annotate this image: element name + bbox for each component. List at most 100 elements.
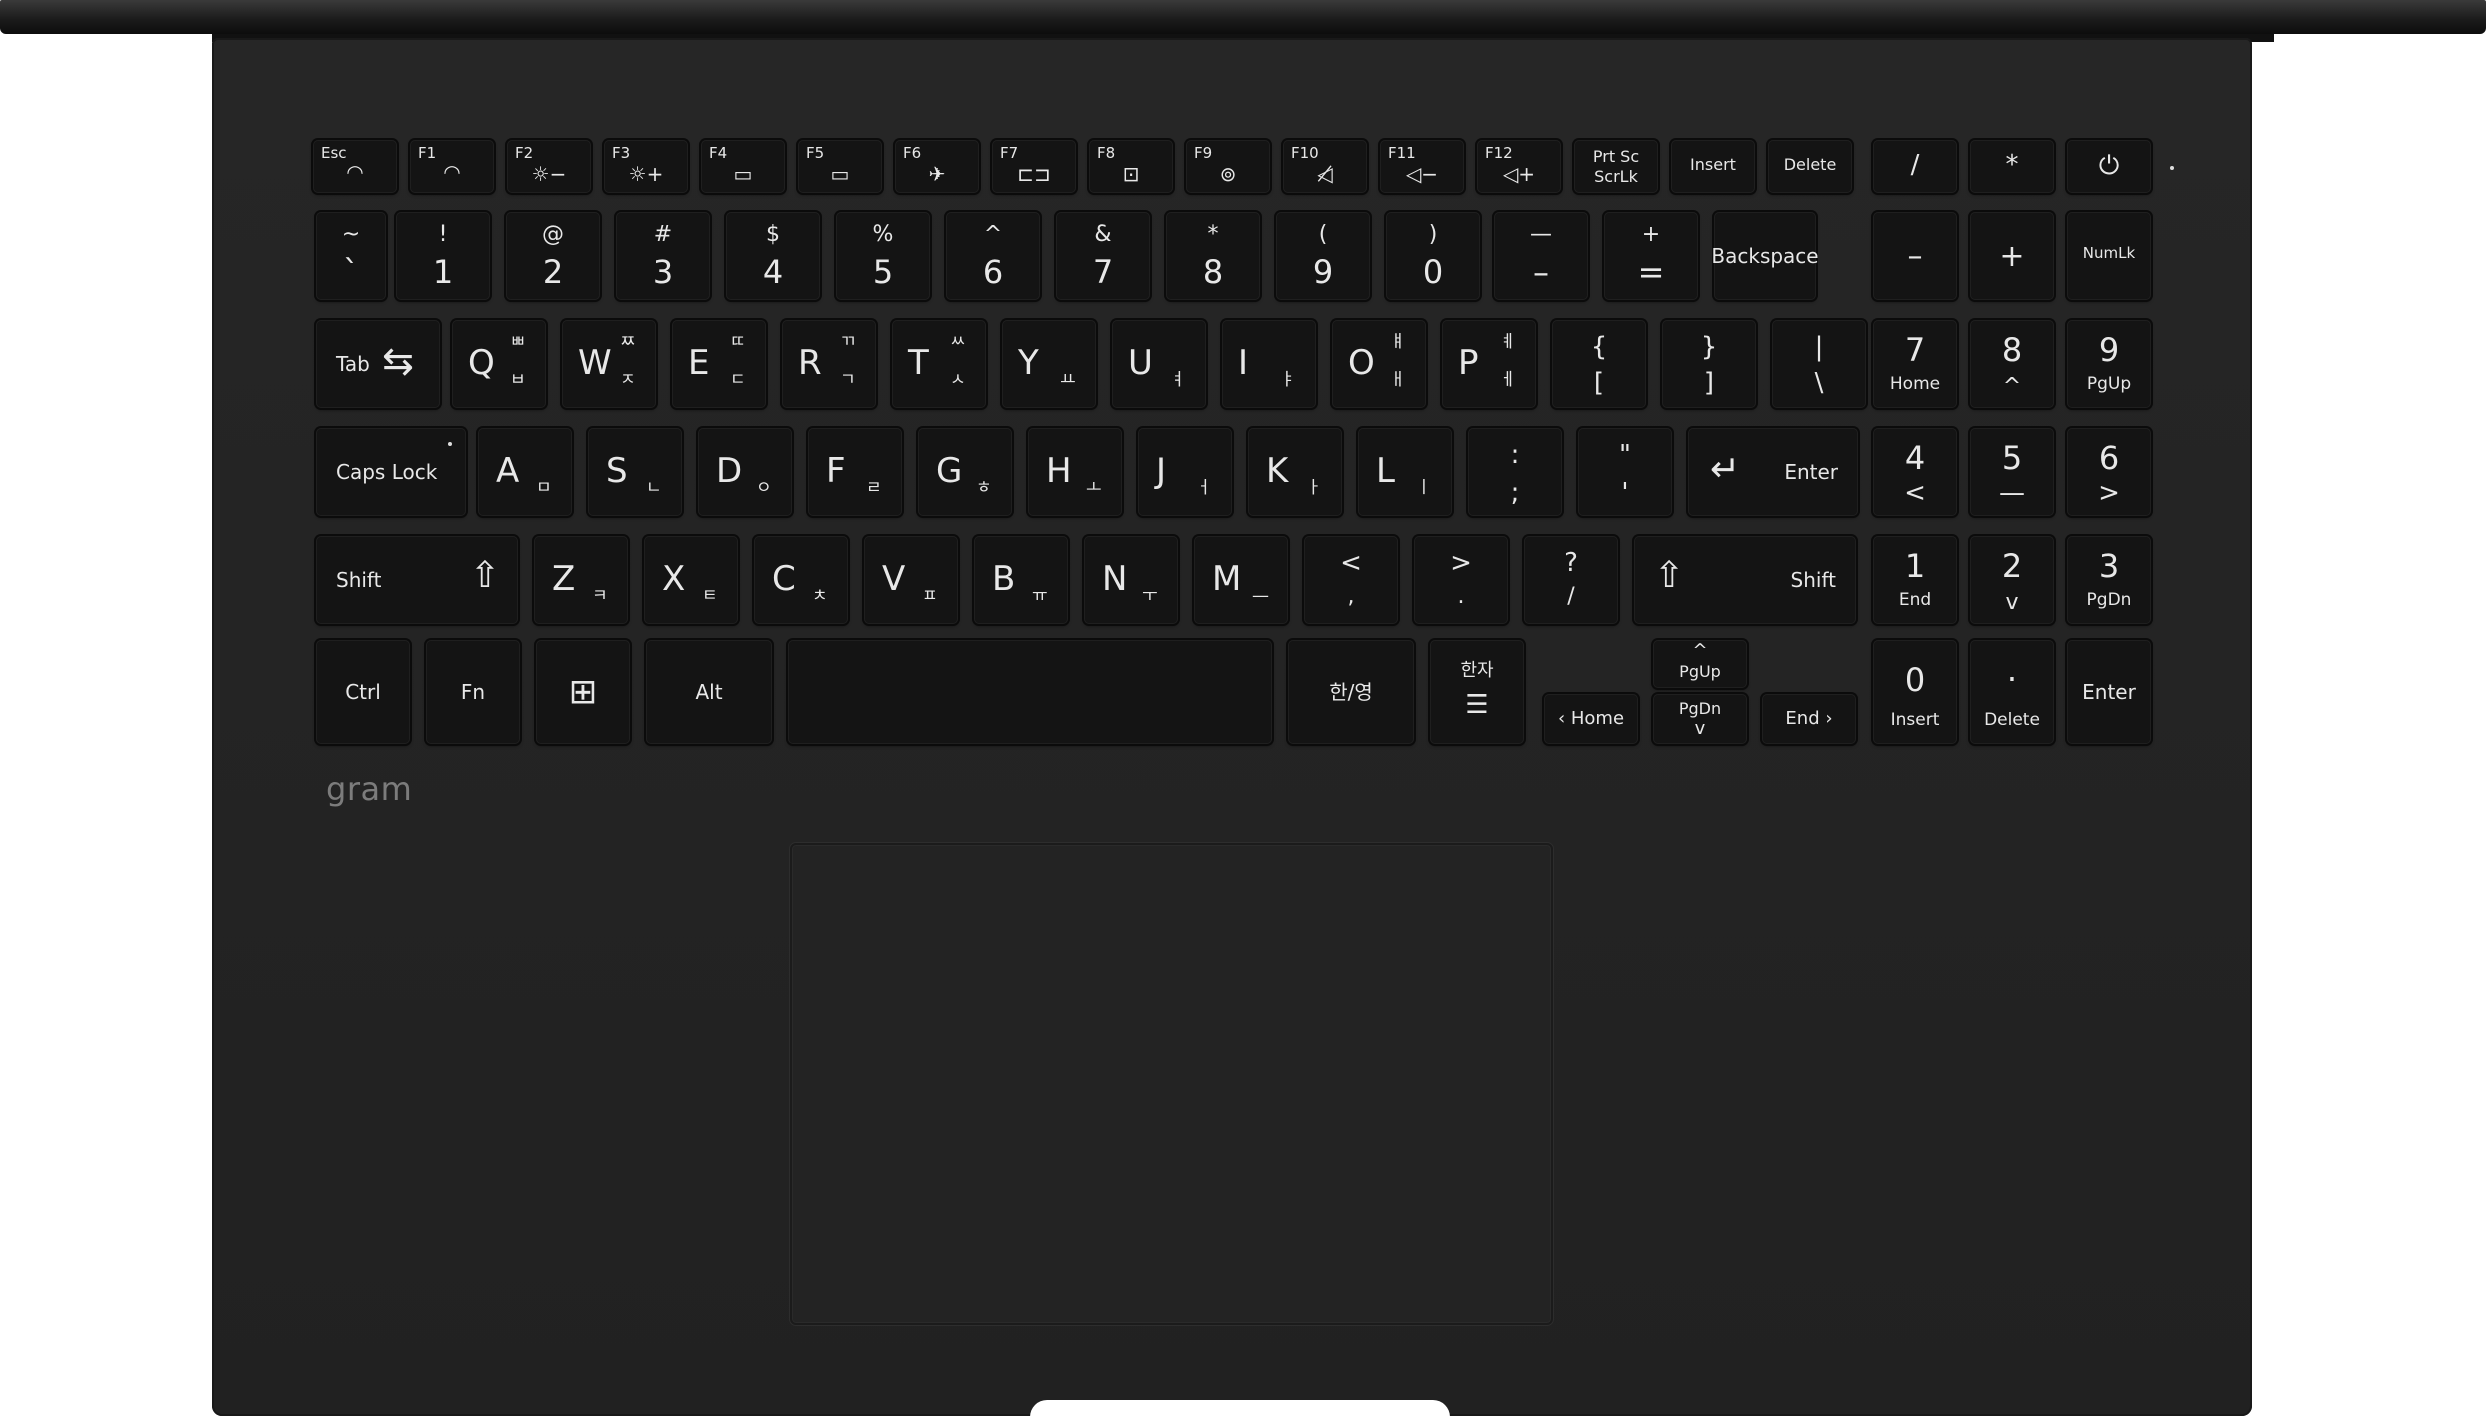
key-f8[interactable]: F8 ⊡	[1089, 140, 1173, 193]
key-v[interactable]: Vㅍ	[864, 536, 958, 624]
key-sym[interactable]: — –	[1494, 212, 1588, 300]
key-3[interactable]: #3	[616, 212, 710, 300]
key-sym[interactable]: +	[1970, 212, 2054, 300]
key-sym[interactable]: :;	[1468, 428, 1562, 516]
key-l[interactable]: Lㅣ	[1358, 428, 1452, 516]
key-sym[interactable]: <,	[1304, 536, 1398, 624]
key-u[interactable]: Uㅕ	[1112, 320, 1206, 408]
key-7[interactable]: 7 Home	[1873, 320, 1957, 408]
key-sym[interactable]: >.	[1414, 536, 1508, 624]
key-caps-lock[interactable]: Caps Lock	[316, 428, 466, 516]
key-y[interactable]: Yㅛ	[1002, 320, 1096, 408]
key-f1[interactable]: F1 ◠	[410, 140, 494, 193]
key-enter[interactable]: ↵ Enter	[1688, 428, 1858, 516]
key-f11[interactable]: F11 ◁−	[1380, 140, 1464, 193]
key-f5[interactable]: F5 ▭	[798, 140, 882, 193]
key-8[interactable]: * 8	[1166, 212, 1260, 300]
key-sym[interactable]: ~ `	[316, 212, 386, 300]
key-1[interactable]: ! 1	[396, 212, 490, 300]
key-n[interactable]: Nㅜ	[1084, 536, 1178, 624]
key-q[interactable]: Qㅃㅂ	[452, 320, 546, 408]
key-e[interactable]: Eㄸㄷ	[672, 320, 766, 408]
key-f10[interactable]: F10 ◁̸	[1283, 140, 1367, 193]
key-h[interactable]: Hㅗ	[1028, 428, 1122, 516]
key-sym[interactable]: " '	[1578, 428, 1672, 516]
key-f3[interactable]: F3 ☼+	[604, 140, 688, 193]
key-4[interactable]: $4	[726, 212, 820, 300]
key-sym[interactable]: | \	[1772, 320, 1866, 408]
key-r[interactable]: Rㄲㄱ	[782, 320, 876, 408]
key-2[interactable]: 2v	[1970, 536, 2054, 624]
key-p[interactable]: P ㅖㅔ	[1442, 320, 1536, 408]
key-numpad-dot[interactable]: . Delete	[1970, 640, 2054, 744]
key-esc[interactable]: Esc ◠	[313, 140, 397, 193]
key-x[interactable]: Xㅌ	[644, 536, 738, 624]
key-alt[interactable]: Alt	[646, 640, 772, 744]
key-m[interactable]: M —	[1194, 536, 1288, 624]
key-label: PgDn	[1678, 699, 1722, 718]
key-f12[interactable]: F12 ◁+	[1477, 140, 1561, 193]
key-i[interactable]: Iㅑ	[1222, 320, 1316, 408]
key-f4[interactable]: F4 ▭	[701, 140, 785, 193]
key-sym[interactable]: /	[1873, 140, 1957, 193]
key-0[interactable]: ) 0	[1386, 212, 1480, 300]
key-9[interactable]: 9 PgUp	[2067, 320, 2151, 408]
key-1[interactable]: 1 End	[1873, 536, 1957, 624]
key-sym[interactable]: {[	[1552, 320, 1646, 408]
key-insert[interactable]: Insert	[1671, 140, 1755, 193]
key-f6[interactable]: F6 ✈	[895, 140, 979, 193]
key-end-arrow[interactable]: End ›	[1762, 694, 1856, 744]
key-hanja[interactable]: 한자 ☰	[1430, 640, 1524, 744]
key-tab[interactable]: Tab ⇆	[316, 320, 440, 408]
key-j[interactable]: Jㅓ	[1138, 428, 1232, 516]
key-6[interactable]: 6 >	[2067, 428, 2151, 516]
key-5[interactable]: 5—	[1970, 428, 2054, 516]
key-delete[interactable]: Delete	[1768, 140, 1852, 193]
key-a[interactable]: Aㅁ	[478, 428, 572, 516]
key-o[interactable]: Oㅒㅐ	[1332, 320, 1426, 408]
key-f2[interactable]: F2 ☼−	[507, 140, 591, 193]
key-s[interactable]: Sㄴ	[588, 428, 682, 516]
key-fn[interactable]: Fn	[426, 640, 520, 744]
key-ctrl[interactable]: Ctrl	[316, 640, 410, 744]
key-k[interactable]: Kㅏ	[1248, 428, 1342, 516]
key-b[interactable]: Bㅠ	[974, 536, 1068, 624]
key-numlk[interactable]: NumLk	[2067, 212, 2151, 300]
key-backspace[interactable]: Backspace	[1711, 212, 1819, 300]
key-w[interactable]: Wㅉㅈ	[562, 320, 656, 408]
key-t[interactable]: T ㅆㅅ	[892, 320, 986, 408]
key-4[interactable]: 4 <	[1873, 428, 1957, 516]
key-f[interactable]: Fㄹ	[808, 428, 902, 516]
key-sym[interactable]: ? /	[1524, 536, 1618, 624]
key-sym[interactable]: }]	[1662, 320, 1756, 408]
key-shift-left[interactable]: Shift ⇧	[316, 536, 518, 624]
key-power[interactable]: ⏻	[2067, 140, 2151, 193]
key-8[interactable]: 8 ^	[1970, 320, 2054, 408]
key-5[interactable]: % 5	[836, 212, 930, 300]
key-sym[interactable]: –	[1873, 212, 1957, 300]
key-c[interactable]: Cㅊ	[754, 536, 848, 624]
key-3[interactable]: 3 PgDn	[2067, 536, 2151, 624]
key-f9[interactable]: F9 ⊚	[1186, 140, 1270, 193]
key-prt-sc[interactable]: Prt Sc ScrLk	[1574, 140, 1658, 193]
key-pgup-arrow[interactable]: ^ PgUp	[1653, 640, 1747, 688]
key-home-arrow[interactable]: ‹ Home	[1544, 694, 1638, 744]
key-numpad-enter[interactable]: Enter	[2067, 640, 2151, 744]
key-han-yeong[interactable]: 한/영	[1288, 640, 1414, 744]
key-z[interactable]: Zㅋ	[534, 536, 628, 624]
key-shift-right[interactable]: ⇧ Shift	[1634, 536, 1856, 624]
key-windows[interactable]: ⊞	[536, 640, 630, 744]
key-sym[interactable]: *	[1970, 140, 2054, 193]
touchpad[interactable]	[790, 843, 1553, 1325]
key-numpad-0[interactable]: 0 Insert	[1873, 640, 1957, 744]
key-f7[interactable]: F7 ⊏⊐	[992, 140, 1076, 193]
key-7[interactable]: & 7	[1056, 212, 1150, 300]
key-9[interactable]: (9	[1276, 212, 1370, 300]
key-6[interactable]: ^ 6	[946, 212, 1040, 300]
key-2[interactable]: @2	[506, 212, 600, 300]
key-sym[interactable]: + =	[1604, 212, 1698, 300]
key-pgdn-arrow[interactable]: PgDn v	[1653, 694, 1747, 744]
key-g[interactable]: Gㅎ	[918, 428, 1012, 516]
key-d[interactable]: Dㅇ	[698, 428, 792, 516]
key-space[interactable]	[788, 640, 1272, 744]
